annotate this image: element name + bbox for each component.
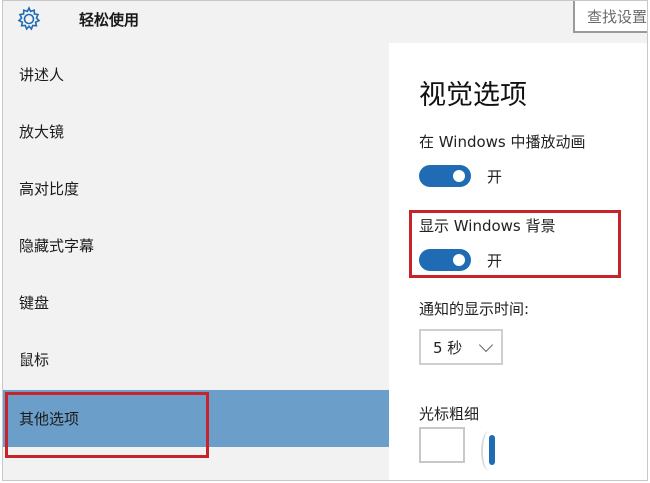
background-label: 显示 Windows 背景: [419, 217, 556, 235]
background-toggle-state: 开: [487, 252, 503, 270]
sidebar-item-mouse[interactable]: 鼠标: [3, 331, 389, 388]
animations-toggle[interactable]: [419, 165, 471, 187]
toggle-knob: [453, 254, 465, 266]
search-input[interactable]: 查找设置: [573, 1, 648, 33]
sidebar-item-label: 鼠标: [19, 351, 50, 369]
background-toggle[interactable]: [419, 249, 471, 271]
sidebar-item-closed-captions[interactable]: 隐藏式字幕: [3, 217, 389, 274]
section-title: 视觉选项: [419, 80, 527, 111]
page-title: 轻松使用: [79, 11, 140, 29]
animations-toggle-state: 开: [487, 168, 503, 186]
sidebar-item-other-options[interactable]: 其他选项: [3, 390, 389, 447]
sidebar-item-high-contrast[interactable]: 高对比度: [3, 160, 389, 217]
cursor-thickness-slider[interactable]: [489, 435, 495, 465]
sidebar-item-label: 讲述人: [19, 66, 65, 84]
chevron-down-icon: [478, 337, 494, 353]
sidebar-item-label: 键盘: [19, 294, 50, 312]
gear-icon: [17, 6, 41, 31]
header: 轻松使用 查找设置: [3, 1, 648, 43]
notification-duration-label: 通知的显示时间:: [419, 300, 530, 318]
sidebar-item-label: 高对比度: [19, 180, 80, 198]
sidebar-item-label: 放大镜: [19, 123, 65, 141]
dropdown-value: 5 秒: [433, 339, 463, 357]
animations-label: 在 Windows 中播放动画: [419, 133, 586, 151]
main-content: 视觉选项 在 Windows 中播放动画 开 显示 Windows 背景 开 通…: [389, 43, 647, 480]
sidebar-item-label: 隐藏式字幕: [19, 237, 95, 255]
sidebar-item-magnifier[interactable]: 放大镜: [3, 103, 389, 160]
sidebar: 讲述人 放大镜 高对比度 隐藏式字幕 键盘 鼠标 其他选项: [3, 1, 389, 480]
sidebar-item-narrator[interactable]: 讲述人: [3, 46, 389, 103]
notification-duration-select[interactable]: 5 秒: [419, 329, 503, 365]
cursor-thickness-label: 光标粗细: [419, 405, 480, 423]
search-placeholder: 查找设置: [587, 8, 648, 26]
settings-window: 讲述人 放大镜 高对比度 隐藏式字幕 键盘 鼠标 其他选项 轻松使用 查找设置 …: [2, 0, 648, 481]
toggle-knob: [453, 170, 465, 182]
sidebar-item-keyboard[interactable]: 键盘: [3, 274, 389, 331]
sidebar-item-label: 其他选项: [19, 410, 80, 428]
cursor-preview: [419, 427, 465, 463]
